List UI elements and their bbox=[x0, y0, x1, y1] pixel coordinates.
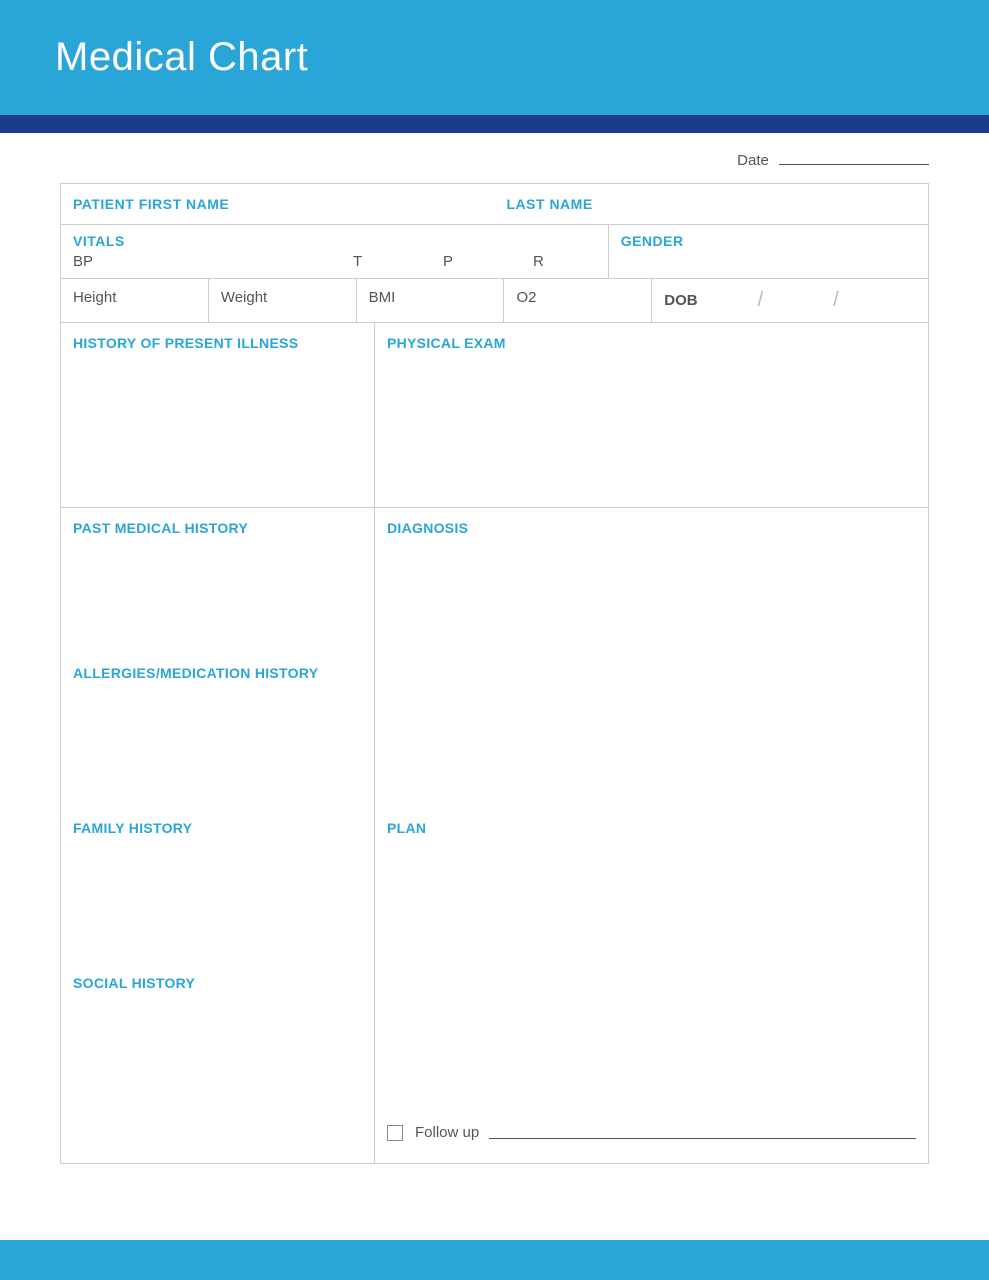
lower-row: PAST MEDICAL HISTORY ALLERGIES/MEDICATIO… bbox=[61, 508, 928, 1163]
bmi-cell[interactable]: BMI bbox=[357, 279, 505, 322]
history-column: PAST MEDICAL HISTORY ALLERGIES/MEDICATIO… bbox=[61, 508, 375, 1163]
vitals-bp: BP bbox=[73, 253, 353, 270]
form-box: PATIENT FIRST NAME LAST NAME VITALS BP T… bbox=[60, 183, 929, 1164]
hpi-cell[interactable]: HISTORY OF PRESENT ILLNESS bbox=[61, 323, 375, 507]
footer-bar bbox=[0, 1240, 989, 1280]
dob-label: DOB bbox=[664, 292, 697, 309]
sh-cell[interactable]: SOCIAL HISTORY bbox=[61, 963, 374, 1163]
header-bar: Medical Chart bbox=[0, 0, 989, 115]
followup-label: Follow up bbox=[415, 1124, 479, 1141]
pe-cell[interactable]: PHYSICAL EXAM bbox=[375, 323, 928, 507]
gender-cell[interactable]: GENDER bbox=[609, 225, 928, 278]
pmh-label: PAST MEDICAL HISTORY bbox=[73, 520, 362, 536]
plan-label: PLAN bbox=[387, 820, 916, 836]
vitals-subrow: BP T P R bbox=[73, 253, 596, 270]
form-content: Date PATIENT FIRST NAME LAST NAME VITALS… bbox=[0, 133, 989, 1164]
dx-cell[interactable]: DIAGNOSIS bbox=[375, 508, 928, 808]
vitals-row-2: Height Weight BMI O2 DOB / / bbox=[61, 279, 928, 323]
weight-cell[interactable]: Weight bbox=[209, 279, 357, 322]
dob-slash-1: / bbox=[758, 289, 764, 312]
patient-first-name-label[interactable]: PATIENT FIRST NAME bbox=[61, 184, 495, 224]
followup-checkbox[interactable] bbox=[387, 1125, 403, 1141]
fh-label: FAMILY HISTORY bbox=[73, 820, 362, 836]
vitals-t: T bbox=[353, 253, 443, 270]
followup-input-line[interactable] bbox=[489, 1127, 916, 1139]
page-title: Medical Chart bbox=[55, 35, 308, 80]
vitals-row-1: VITALS BP T P R GENDER bbox=[61, 225, 928, 279]
amh-cell[interactable]: ALLERGIES/MEDICATION HISTORY bbox=[61, 653, 374, 808]
vitals-cell[interactable]: VITALS BP T P R bbox=[61, 225, 609, 278]
dx-label: DIAGNOSIS bbox=[387, 520, 916, 536]
date-row: Date bbox=[60, 151, 929, 169]
hpi-label: HISTORY OF PRESENT ILLNESS bbox=[73, 335, 362, 351]
plan-cell[interactable]: PLAN Follow up bbox=[375, 808, 928, 1163]
vitals-r: R bbox=[533, 253, 544, 270]
vitals-p: P bbox=[443, 253, 533, 270]
sh-label: SOCIAL HISTORY bbox=[73, 975, 362, 991]
dob-cell[interactable]: DOB / / bbox=[652, 279, 928, 322]
header-accent-bar bbox=[0, 115, 989, 133]
pmh-cell[interactable]: PAST MEDICAL HISTORY bbox=[61, 508, 374, 653]
followup-row: Follow up bbox=[387, 1124, 916, 1141]
amh-label: ALLERGIES/MEDICATION HISTORY bbox=[73, 665, 362, 681]
dob-slash-2: / bbox=[833, 289, 839, 312]
pe-label: PHYSICAL EXAM bbox=[387, 335, 916, 351]
hpi-pe-row: HISTORY OF PRESENT ILLNESS PHYSICAL EXAM bbox=[61, 323, 928, 508]
height-cell[interactable]: Height bbox=[61, 279, 209, 322]
date-label: Date bbox=[737, 152, 769, 169]
patient-last-name-label[interactable]: LAST NAME bbox=[495, 184, 929, 224]
assessment-column: DIAGNOSIS PLAN Follow up bbox=[375, 508, 928, 1163]
patient-name-row: PATIENT FIRST NAME LAST NAME bbox=[61, 184, 928, 225]
vitals-label: VITALS bbox=[73, 233, 596, 249]
o2-cell[interactable]: O2 bbox=[504, 279, 652, 322]
fh-cell[interactable]: FAMILY HISTORY bbox=[61, 808, 374, 963]
date-input-line[interactable] bbox=[779, 151, 929, 165]
